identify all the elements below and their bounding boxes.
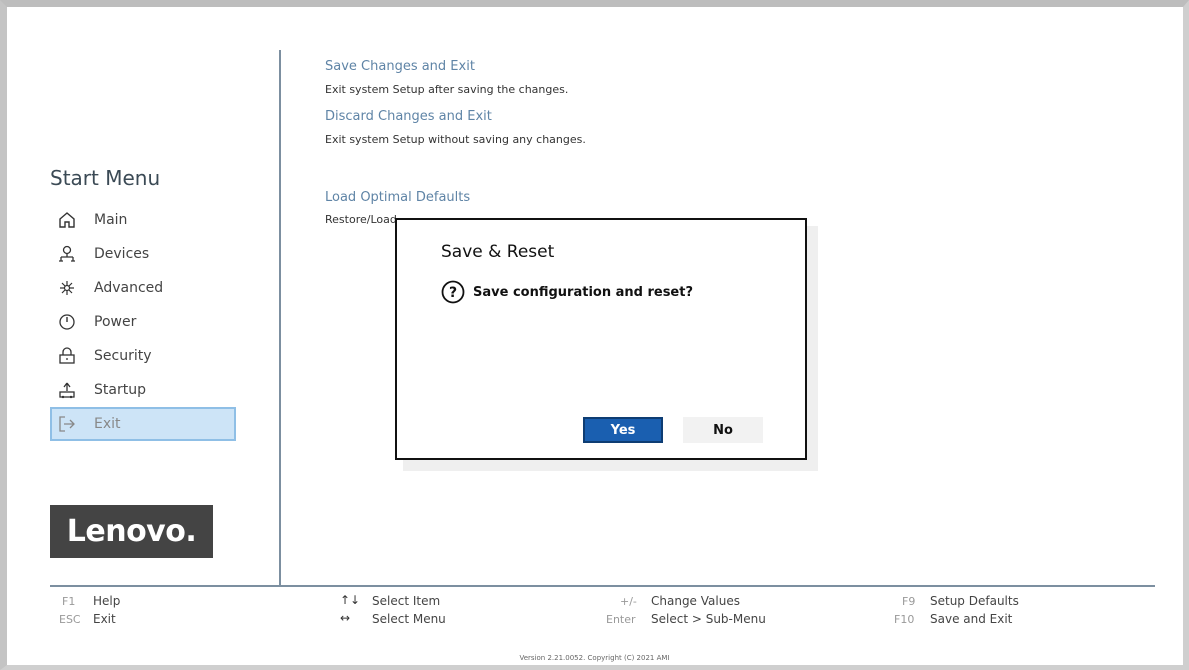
- hint-key-f9: F9: [902, 595, 916, 608]
- lenovo-logo: Lenovo.: [50, 505, 213, 558]
- hint-label-setup-defaults: Setup Defaults: [930, 594, 1019, 608]
- exit-icon: [56, 413, 78, 435]
- devices-icon: [56, 243, 78, 265]
- sidebar-item-advanced[interactable]: Advanced: [50, 271, 236, 305]
- hint-key-leftright: ↔: [340, 611, 351, 625]
- hint-key-enter: Enter: [606, 613, 636, 626]
- option-save-changes-exit[interactable]: Save Changes and Exit: [325, 59, 475, 74]
- vertical-divider: [279, 50, 281, 585]
- sidebar-item-security[interactable]: Security: [50, 339, 236, 373]
- hint-label-exit: Exit: [93, 612, 116, 626]
- hint-key-plusminus: +/-: [620, 595, 637, 608]
- sidebar-item-label: Security: [94, 348, 152, 364]
- sidebar-item-label: Startup: [94, 382, 146, 398]
- sidebar-item-label: Exit: [94, 416, 121, 432]
- power-icon: [56, 311, 78, 333]
- dialog-title: Save & Reset: [441, 242, 555, 262]
- option-save-changes-exit-desc: Exit system Setup after saving the chang…: [325, 83, 569, 96]
- option-load-optimal-defaults[interactable]: Load Optimal Defaults: [325, 190, 470, 205]
- no-button[interactable]: No: [683, 417, 763, 443]
- save-reset-dialog: Save & Reset ? Save configuration and re…: [395, 218, 807, 460]
- lock-icon: [56, 345, 78, 367]
- question-icon: ?: [441, 280, 465, 304]
- home-icon: [56, 209, 78, 231]
- sidebar-menu: Main Devices Advanced Power Security Sta…: [50, 203, 236, 441]
- dialog-message-row: ? Save configuration and reset?: [441, 280, 693, 304]
- hint-label-select-menu: Select Menu: [372, 612, 446, 626]
- sidebar-item-exit[interactable]: Exit: [50, 407, 236, 441]
- hint-key-esc: ESC: [59, 613, 81, 626]
- svg-text:?: ?: [449, 285, 457, 301]
- sidebar-item-label: Power: [94, 314, 137, 330]
- hint-label-change-values: Change Values: [651, 594, 740, 608]
- startup-icon: [56, 379, 78, 401]
- sidebar-item-label: Advanced: [94, 280, 164, 296]
- dialog-message: Save configuration and reset?: [473, 284, 694, 300]
- sidebar-item-devices[interactable]: Devices: [50, 237, 236, 271]
- sidebar-item-power[interactable]: Power: [50, 305, 236, 339]
- hint-label-select-item: Select Item: [372, 594, 441, 608]
- sidebar-item-main[interactable]: Main: [50, 203, 236, 237]
- version-text: Version 2.21.0052. Copyright (C) 2021 AM…: [519, 654, 670, 662]
- sidebar-item-label: Devices: [94, 246, 150, 262]
- horizontal-divider: [50, 585, 1155, 587]
- hint-label-sub-menu: Select > Sub-Menu: [651, 612, 766, 626]
- advanced-icon: [56, 277, 78, 299]
- option-load-optimal-defaults-desc: Restore/Load: [325, 213, 397, 226]
- hint-key-f1: F1: [62, 595, 76, 608]
- hint-label-save-and-exit: Save and Exit: [930, 612, 1013, 626]
- logo-text: Lenovo.: [66, 514, 197, 549]
- start-menu-title: Start Menu: [50, 166, 161, 190]
- hint-key-updown: ↑↓: [340, 593, 361, 607]
- hint-key-f10: F10: [894, 613, 915, 626]
- hint-label-help: Help: [93, 594, 121, 608]
- option-discard-changes-exit-desc: Exit system Setup without saving any cha…: [325, 133, 586, 146]
- option-discard-changes-exit[interactable]: Discard Changes and Exit: [325, 109, 492, 124]
- sidebar-item-startup[interactable]: Startup: [50, 373, 236, 407]
- yes-button[interactable]: Yes: [583, 417, 663, 443]
- sidebar-item-label: Main: [94, 212, 128, 228]
